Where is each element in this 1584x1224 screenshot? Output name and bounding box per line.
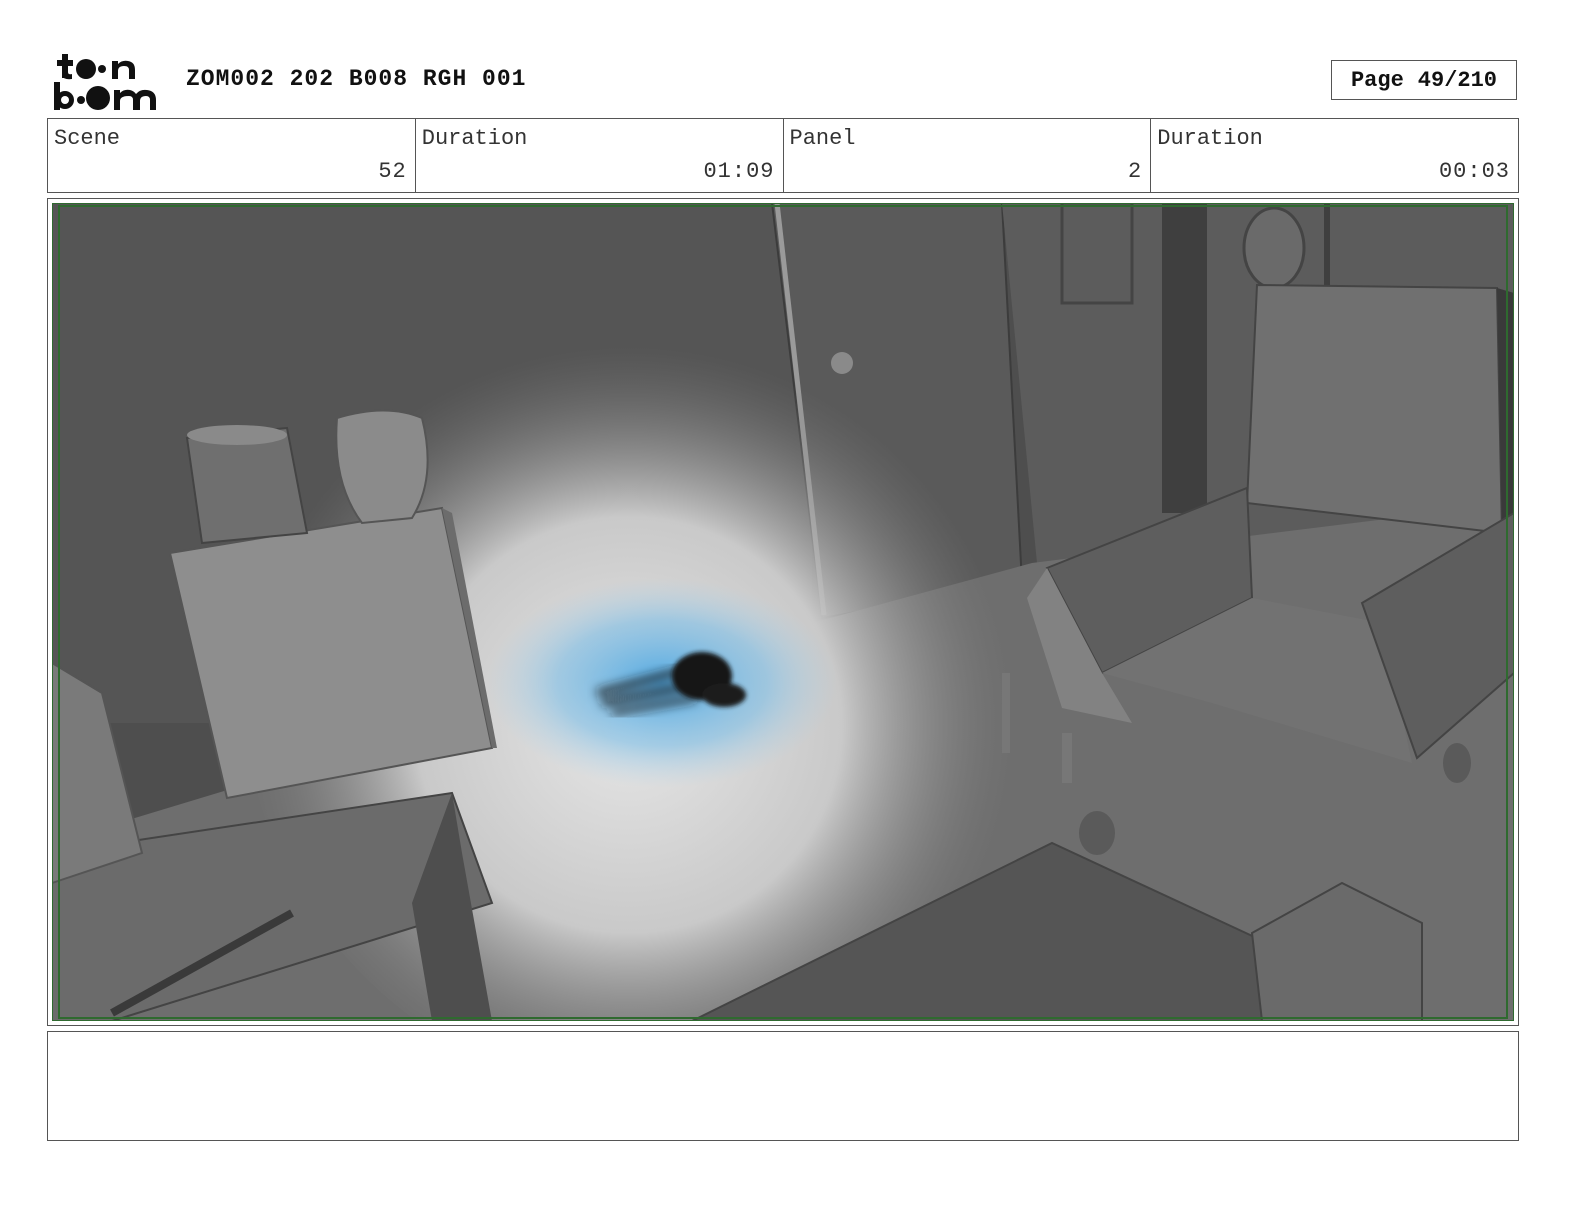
panel-notes-box [47,1031,1519,1141]
scene-duration-label: Duration [421,126,528,151]
panel-value: 2 [1128,159,1143,184]
page-number: 49/210 [1417,67,1498,93]
scene-label: Scene [54,126,121,151]
toon-boom-logo [54,54,156,110]
panel-cell: Panel 2 [784,119,1152,192]
document-title: ZOM002 202 B008 RGH 001 [186,66,527,92]
scene-cell: Scene 52 [48,119,416,192]
scene-value: 52 [378,159,407,184]
scene-duration-value: 01:09 [703,159,775,184]
panel-duration-label: Duration [1157,126,1263,151]
panel-label: Panel [789,126,856,151]
scene-duration-cell: Duration 01:09 [416,119,784,192]
panel-info-row: Scene 52 Duration 01:09 Panel 2 Duration… [47,118,1519,193]
page-label: Page [1350,67,1404,93]
panel-duration-cell: Duration 00:03 [1151,119,1518,192]
panel-duration-value: 00:03 [1438,159,1510,184]
page-indicator: Page 49/210 [1331,60,1517,100]
storyboard-panel-image [52,203,1514,1021]
